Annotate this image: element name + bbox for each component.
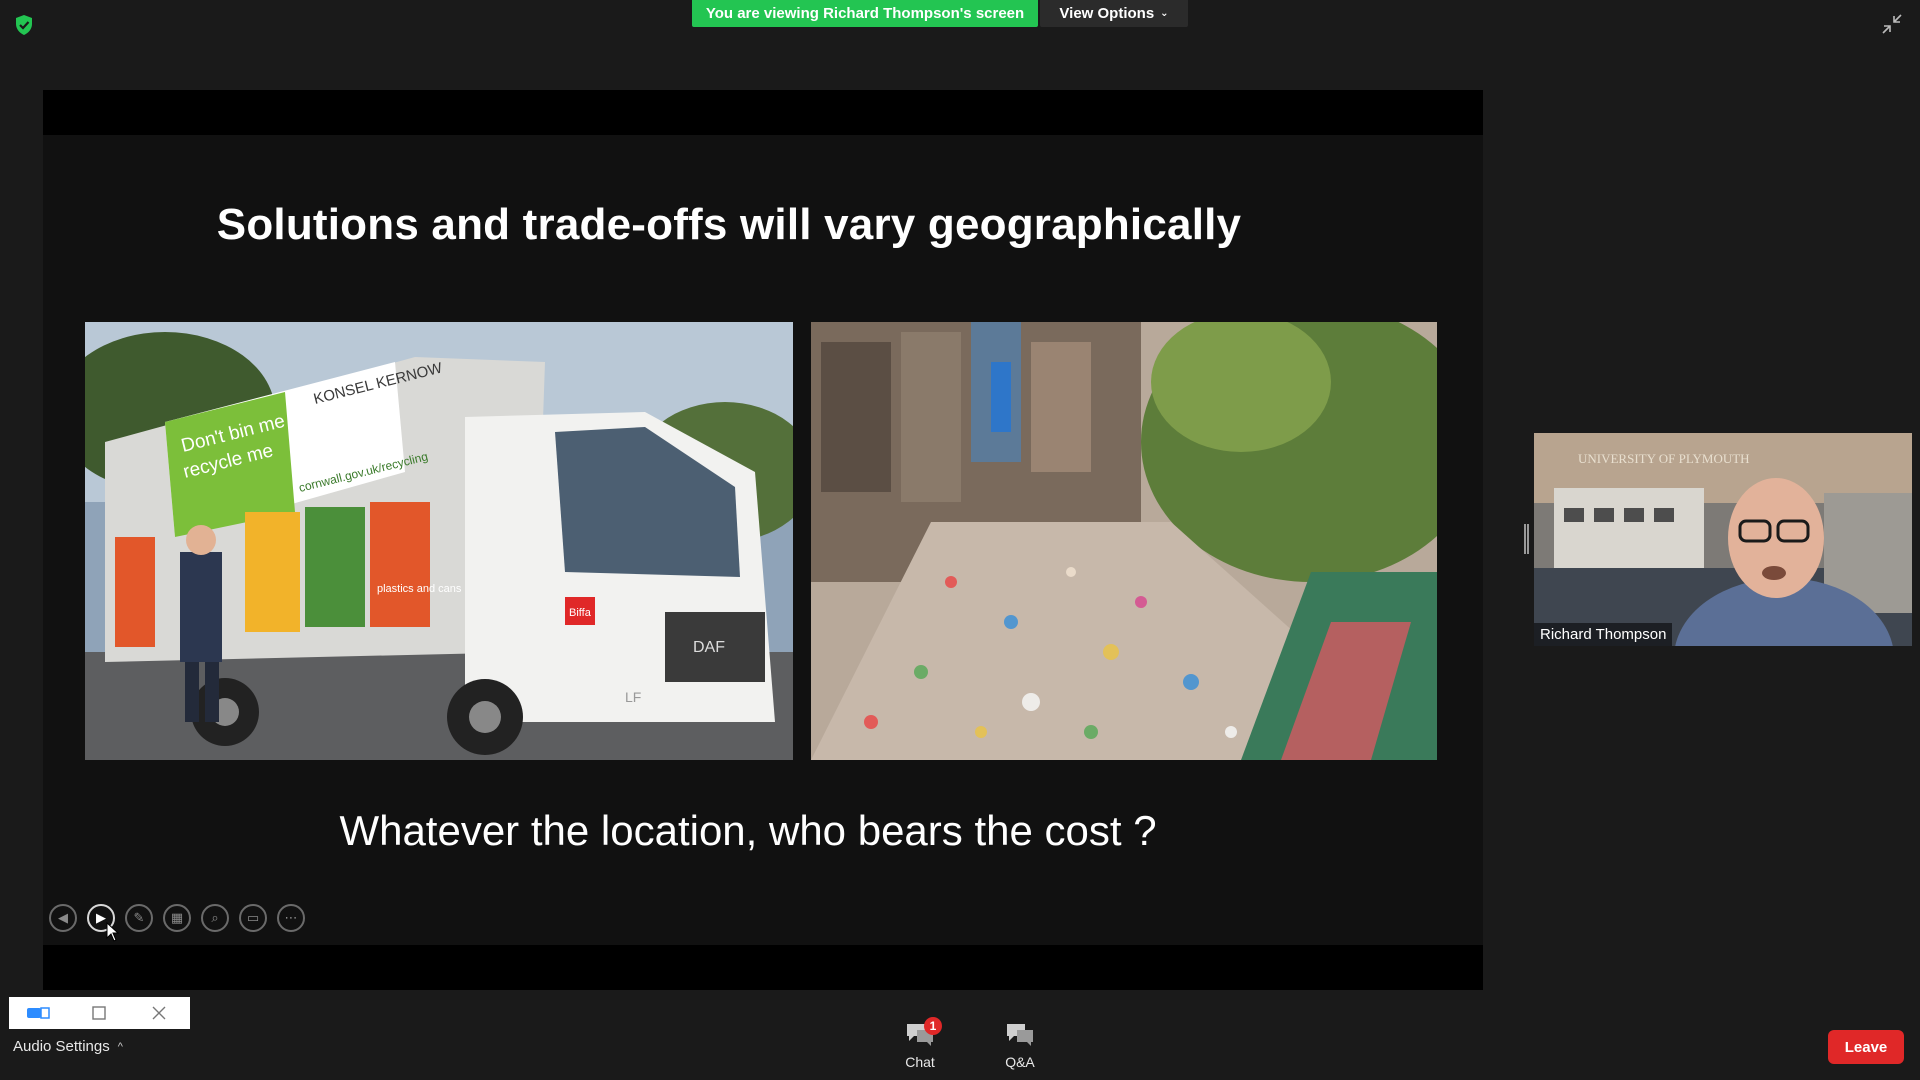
pen-tool-button[interactable]: ✎ bbox=[125, 904, 153, 932]
chevron-up-icon: ^ bbox=[117, 1040, 123, 1053]
slides-grid-icon: ▦ bbox=[170, 910, 184, 925]
qa-bubbles-icon bbox=[1007, 1024, 1033, 1046]
viewing-screen-banner: You are viewing Richard Thompson's scree… bbox=[692, 0, 1038, 27]
truck-logo: Biffa bbox=[569, 607, 592, 619]
pen-icon: ✎ bbox=[133, 910, 145, 925]
magnifier-icon: ⌕ bbox=[211, 910, 219, 925]
previous-arrow-icon: ◀ bbox=[58, 910, 68, 925]
view-options-button[interactable]: View Options ⌄ bbox=[1040, 0, 1188, 27]
security-shield-icon[interactable] bbox=[14, 14, 34, 36]
see-all-slides-button[interactable]: ▦ bbox=[163, 904, 191, 932]
exit-fullscreen-icon[interactable] bbox=[1880, 12, 1904, 36]
qa-button[interactable]: Q&A bbox=[985, 1020, 1055, 1070]
qa-label: Q&A bbox=[1005, 1054, 1035, 1070]
minimized-meeting-controls bbox=[9, 997, 190, 1029]
slide-subtitle: Whatever the location, who bears the cos… bbox=[339, 807, 1157, 854]
participant-name-label: Richard Thompson bbox=[1534, 623, 1673, 646]
presentation-slide: Solutions and trade-offs will vary geogr… bbox=[43, 135, 1483, 945]
ellipsis-icon: ⋯ bbox=[284, 910, 298, 925]
viewing-banner-text: You are viewing Richard Thompson's scree… bbox=[705, 5, 1025, 22]
slide-title: Solutions and trade-offs will vary geogr… bbox=[216, 200, 1242, 249]
plastic-polluted-river-photo bbox=[811, 322, 1437, 760]
video-panel-resize-handle[interactable] bbox=[1524, 524, 1529, 554]
audio-settings-label: Audio Settings bbox=[13, 1038, 110, 1055]
chevron-down-icon: ⌄ bbox=[1160, 8, 1169, 19]
zoom-meeting-window: You are viewing Richard Thompson's scree… bbox=[0, 0, 1920, 1080]
square-icon bbox=[92, 1006, 106, 1020]
leave-label: Leave bbox=[1844, 1038, 1888, 1056]
audio-settings-button[interactable]: Audio Settings ^ bbox=[13, 1038, 123, 1055]
leave-meeting-button[interactable]: Leave bbox=[1828, 1030, 1904, 1064]
truck-grille: DAF bbox=[693, 639, 725, 656]
chat-button[interactable]: 1 Chat bbox=[885, 1017, 955, 1070]
close-icon bbox=[152, 1006, 166, 1020]
next-arrow-icon: ▶ bbox=[96, 910, 106, 925]
slide-control-bar: ◀ ▶ ✎ ▦ ⌕ ▭ ⋯ bbox=[49, 904, 305, 932]
maximize-window-button[interactable] bbox=[69, 997, 129, 1029]
subtitles-icon: ▭ bbox=[246, 910, 260, 925]
close-window-button[interactable] bbox=[129, 997, 189, 1029]
shared-screen: Solutions and trade-offs will vary geogr… bbox=[43, 90, 1483, 990]
zoom-app-icon[interactable] bbox=[9, 997, 69, 1029]
subtitles-button[interactable]: ▭ bbox=[239, 904, 267, 932]
recycling-truck-photo: Don't bin me recycle me KONSEL KERNOW co… bbox=[85, 322, 793, 760]
video-background-sign: UNIVERSITY OF PLYMOUTH bbox=[1578, 451, 1750, 466]
zoom-button[interactable]: ⌕ bbox=[201, 904, 229, 932]
mouse-pointer-icon bbox=[106, 922, 120, 942]
previous-slide-button[interactable]: ◀ bbox=[49, 904, 77, 932]
truck-model: LF bbox=[625, 689, 641, 705]
more-options-button[interactable]: ⋯ bbox=[277, 904, 305, 932]
chat-unread-badge: 1 bbox=[924, 1017, 942, 1035]
truck-side-label: plastics and cans bbox=[377, 583, 462, 595]
chat-label: Chat bbox=[905, 1054, 935, 1070]
view-options-label: View Options bbox=[1059, 5, 1155, 22]
participant-video-tile[interactable]: UNIVERSITY OF PLYMOUTH Richard Thompson bbox=[1534, 433, 1912, 646]
